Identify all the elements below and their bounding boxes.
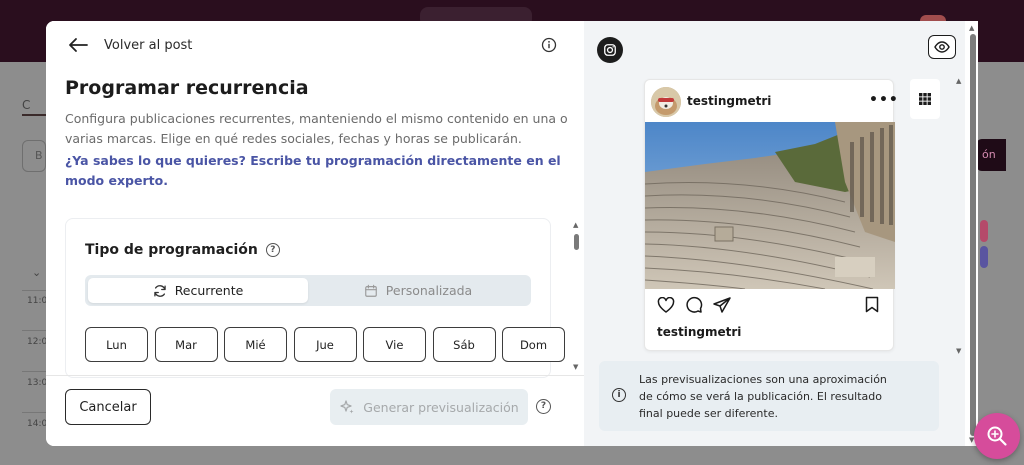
heart-icon[interactable] <box>657 296 675 313</box>
send-icon[interactable] <box>713 296 731 313</box>
background-hour: 13:0 <box>27 378 48 388</box>
generate-preview-label: Generar previsualización <box>363 399 519 415</box>
background-chip <box>980 246 988 268</box>
background-chevron-icon: ⌄ <box>32 266 42 279</box>
day-button-sun[interactable]: Dom <box>502 327 565 362</box>
schedule-type-label: Tipo de programación <box>85 242 258 258</box>
post-username: testingmetri <box>687 94 772 108</box>
preview-disclaimer-text: Las previsualizaciones son una aproximac… <box>639 373 887 420</box>
background-divider <box>22 290 46 291</box>
grid-icon <box>919 93 931 105</box>
background-tab-underline <box>22 114 46 116</box>
instagram-post-preview: testingmetri ••• testingmetri <box>644 79 898 351</box>
generate-preview-button[interactable]: Generar previsualización <box>330 389 528 425</box>
background-hour: 12:0 <box>27 337 48 347</box>
background-hour: 14:0 <box>27 419 48 429</box>
back-label: Volver al post <box>104 37 193 53</box>
page-scrollbar-thumb[interactable] <box>970 34 976 436</box>
toggle-recurrent[interactable]: Recurrente <box>88 278 308 303</box>
avatar <box>651 87 681 117</box>
scroll-up-arrow[interactable]: ▲ <box>573 221 578 229</box>
scroll-down-arrow[interactable]: ▼ <box>573 363 578 371</box>
toggle-custom-label: Personalizada <box>385 283 473 298</box>
background-divider <box>22 330 46 331</box>
preview-scroll-down-arrow[interactable]: ▼ <box>956 347 961 355</box>
post-actions <box>657 296 741 313</box>
zoom-fab-button[interactable] <box>974 413 1020 459</box>
schedule-type-heading: Tipo de programación ? <box>85 242 280 258</box>
search-zoom-icon <box>987 426 1007 446</box>
preview-visibility-button[interactable] <box>928 35 956 59</box>
eye-icon <box>934 41 950 53</box>
background-search-box: B <box>22 140 46 172</box>
info-icon: i <box>612 388 626 402</box>
page-scroll-up-arrow[interactable]: ▲ <box>969 24 974 32</box>
page-description: Configura publicaciones recurrentes, man… <box>65 111 568 146</box>
expert-mode-link[interactable]: ¿Ya sabes lo que quieres? Escribe tu pro… <box>65 151 565 191</box>
background-action-button: ón <box>976 139 1006 171</box>
preview-pane: testingmetri ••• testingmetri ▲ ▼ i Las … <box>584 21 978 446</box>
toggle-recurrent-label: Recurrente <box>174 283 244 298</box>
background-hour: 11:0 <box>27 296 48 306</box>
footer-divider <box>46 375 584 376</box>
post-image <box>645 122 895 289</box>
schedule-type-toggle: Recurrente Personalizada <box>85 275 531 306</box>
weekday-selector: Lun Mar Mié Jue Vie Sáb Dom <box>85 327 572 362</box>
preview-scroll-up-arrow[interactable]: ▲ <box>956 77 961 85</box>
arrow-left-icon <box>68 35 92 55</box>
form-scrollbar-thumb[interactable] <box>574 234 579 250</box>
calendar-icon <box>364 284 377 297</box>
comment-icon[interactable] <box>685 296 703 313</box>
background-tab: C <box>22 98 31 112</box>
help-icon[interactable]: ? <box>265 243 280 257</box>
day-button-sat[interactable]: Sáb <box>432 327 496 362</box>
bookmark-icon[interactable] <box>865 296 879 317</box>
post-caption-username: testingmetri <box>657 325 742 339</box>
more-options-icon[interactable]: ••• <box>869 92 899 108</box>
preview-disclaimer: i Las previsualizaciones son una aproxim… <box>599 361 939 431</box>
sparkle-icon <box>340 400 354 414</box>
help-icon[interactable]: ? <box>536 399 551 414</box>
toggle-custom[interactable]: Personalizada <box>308 278 528 303</box>
grid-view-button[interactable] <box>910 79 940 119</box>
schedule-type-card: Tipo de programación ? Recurrente Person… <box>65 218 565 378</box>
schedule-form-pane: Volver al post Programar recurrencia Con… <box>46 21 584 446</box>
day-button-thu[interactable]: Jue <box>293 327 357 362</box>
refresh-icon <box>153 284 166 297</box>
background-divider <box>22 412 46 413</box>
day-button-wed[interactable]: Mié <box>224 327 287 362</box>
cancel-button[interactable]: Cancelar <box>65 389 151 425</box>
instagram-icon <box>597 37 623 63</box>
day-button-mon[interactable]: Lun <box>85 327 148 362</box>
day-button-tue[interactable]: Mar <box>154 327 218 362</box>
background-chip <box>980 220 988 242</box>
day-button-fri[interactable]: Vie <box>363 327 426 362</box>
schedule-modal: Volver al post Programar recurrencia Con… <box>46 21 978 446</box>
background-divider <box>22 371 46 372</box>
back-to-post-link[interactable]: Volver al post <box>68 35 192 55</box>
page-title: Programar recurrencia <box>65 77 309 99</box>
info-icon[interactable] <box>541 37 557 53</box>
